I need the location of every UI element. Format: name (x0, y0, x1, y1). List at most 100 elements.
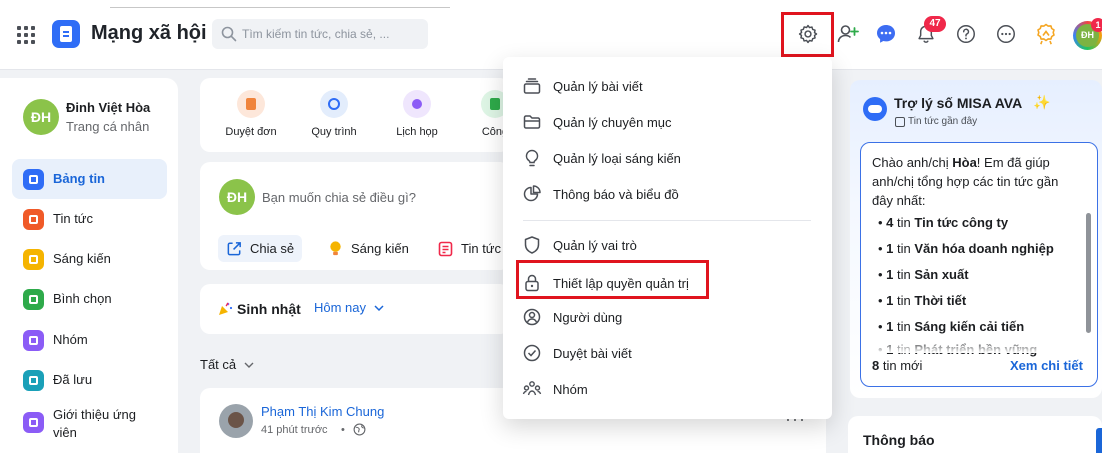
news-button-label: Tin tức (461, 241, 502, 256)
quick-actions-card: Duyệt đơn Quy trình Lịch họp Công (200, 78, 510, 152)
lightbulb-icon (23, 249, 44, 270)
sidebar-item-label: Đã lưu (53, 372, 93, 387)
settings-highlight-box (781, 12, 834, 57)
post-author-name[interactable]: Phạm Thị Kim Chung (261, 404, 384, 419)
sidebar-item-groups[interactable]: Nhóm (12, 320, 167, 360)
menu-item-manage-categories[interactable]: Quản lý chuyên mục (522, 106, 822, 138)
chevron-down-icon (374, 305, 384, 312)
share-button[interactable]: Chia sẻ (218, 235, 303, 262)
approval-icon (237, 90, 265, 118)
process-icon (320, 90, 348, 118)
help-button[interactable] (952, 20, 980, 48)
post-composer: ĐH Bạn muốn chia sẻ điều gì? Chia sẻ Sán… (200, 162, 510, 270)
menu-item-label: Quản lý vai trò (553, 237, 637, 253)
menu-item-label: Quản lý bài viết (553, 78, 643, 94)
birthday-filter-dropdown[interactable]: Hôm nay (314, 300, 384, 315)
lightbulb-icon (330, 241, 341, 256)
ai-summary-row[interactable]: • 1 tin Sáng kiến cải tiến (878, 319, 1024, 334)
feed-filter-label: Tất cả (200, 357, 237, 372)
sidebar-item-label: Tin tức (53, 211, 94, 226)
sidebar-item-news[interactable]: Tin tức (12, 199, 167, 239)
ai-assistant-title: Trợ lý số MISA AVA (894, 95, 1023, 111)
idea-button[interactable]: Sáng kiến (320, 235, 417, 262)
add-user-icon (837, 25, 859, 43)
ai-summary-row[interactable]: • 4 tin Tin tức công ty (878, 215, 1008, 230)
profile-name[interactable]: Đinh Việt Hòa (66, 100, 150, 115)
party-icon (219, 302, 233, 315)
notification-count-badge: 47 (924, 16, 946, 32)
menu-item-label: Người dùng (553, 309, 623, 325)
quick-action-approval[interactable]: Duyệt đơn (218, 90, 284, 138)
bookmark-icon (23, 370, 44, 391)
check-circle-icon (523, 344, 541, 362)
users-icon (522, 381, 542, 396)
search-icon (221, 26, 237, 42)
app-logo-icon[interactable] (52, 20, 80, 48)
user-circle-icon (523, 308, 541, 326)
app-launcher-icon[interactable] (17, 26, 35, 44)
question-icon (957, 25, 975, 43)
search-input[interactable] (242, 24, 422, 44)
quick-action-label: Duyệt đơn (225, 126, 277, 138)
ai-summary-row[interactable]: • 1 tin Thời tiết (878, 293, 966, 308)
stack-icon (523, 78, 541, 94)
rewards-button[interactable] (1032, 20, 1060, 48)
menu-item-notifications-charts[interactable]: Thông báo và biểu đồ (522, 178, 822, 210)
feed-filter-dropdown[interactable]: Tất cả (200, 357, 254, 372)
settings-menu: Quản lý bài viết Quản lý chuyên mục Quản… (503, 57, 832, 419)
birthday-filter-label: Hôm nay (314, 300, 367, 315)
news-button[interactable]: Tin tức (430, 235, 509, 262)
menu-item-groups[interactable]: Nhóm (522, 373, 822, 405)
folder-icon (523, 115, 541, 129)
notice-card: Thông báo (848, 416, 1102, 453)
award-icon (1037, 23, 1055, 45)
admin-permissions-highlight-box (516, 260, 709, 299)
sidebar-item-candidates[interactable]: Giới thiệu ứng viên (12, 402, 167, 442)
ai-summary-scrollbar[interactable] (1086, 213, 1091, 333)
more-button[interactable] (992, 20, 1020, 48)
menu-item-label: Quản lý chuyên mục (553, 114, 672, 130)
composer-avatar: ĐH (219, 179, 255, 215)
search-box[interactable] (212, 19, 428, 49)
ai-new-count: 8 tin mới (872, 358, 923, 373)
composer-prompt[interactable]: Bạn muốn chia sẻ điều gì? (262, 190, 416, 205)
messenger-button[interactable] (872, 20, 900, 48)
menu-item-manage-idea-types[interactable]: Quản lý loại sáng kiến (522, 142, 822, 174)
news-icon (23, 209, 44, 230)
more-dots-icon (997, 25, 1015, 43)
notice-accent (1096, 428, 1102, 453)
post-author-avatar[interactable] (219, 404, 253, 438)
sidebar-item-ideas[interactable]: Sáng kiến (12, 239, 167, 279)
menu-item-approve-posts[interactable]: Duyệt bài viết (522, 337, 822, 369)
ai-assistant-card: Trợ lý số MISA AVA ✨ Tin tức gần đây Chà… (850, 80, 1102, 398)
poll-icon (23, 289, 44, 310)
menu-item-label: Nhóm (553, 381, 588, 397)
menu-item-manage-posts[interactable]: Quản lý bài viết (522, 70, 822, 102)
view-details-link[interactable]: Xem chi tiết (1010, 358, 1083, 373)
menu-item-users[interactable]: Người dùng (522, 301, 822, 333)
quick-action-process[interactable]: Quy trình (301, 90, 367, 138)
profile-subtitle[interactable]: Trang cá nhân (66, 119, 149, 134)
ai-summary-row[interactable]: • 1 tin Văn hóa doanh nghiệp (878, 241, 1054, 256)
idea-button-label: Sáng kiến (351, 241, 409, 256)
quick-action-meetings[interactable]: Lịch họp (384, 90, 450, 138)
sidebar-item-saved[interactable]: Đã lưu (12, 360, 167, 400)
group-icon (23, 330, 44, 351)
add-friend-button[interactable] (834, 20, 862, 48)
left-sidebar: ĐH Đinh Việt Hòa Trang cá nhân Bảng tin … (0, 78, 178, 453)
sparkle-icon: ✨ (1033, 94, 1051, 110)
sidebar-item-polls[interactable]: Bình chọn (12, 279, 167, 319)
chevron-down-icon (244, 362, 254, 368)
birthday-title: Sinh nhật (237, 301, 301, 317)
sidebar-item-label: Giới thiệu ứng viên (53, 407, 136, 440)
news-icon (438, 241, 453, 256)
ai-greeting-name: Hòa (952, 155, 977, 170)
menu-item-manage-roles[interactable]: Quản lý vai trò (522, 229, 822, 261)
menu-item-label: Thông báo và biểu đồ (553, 186, 679, 202)
ai-summary-row[interactable]: • 1 tin Sản xuất (878, 267, 969, 282)
menu-item-label: Quản lý loại sáng kiến (553, 150, 681, 166)
quick-action-label: Quy trình (311, 126, 357, 138)
app-title[interactable]: Mạng xã hội (91, 22, 207, 45)
profile-avatar[interactable]: ĐH (23, 99, 59, 135)
sidebar-item-newsfeed[interactable]: Bảng tin (12, 159, 167, 199)
